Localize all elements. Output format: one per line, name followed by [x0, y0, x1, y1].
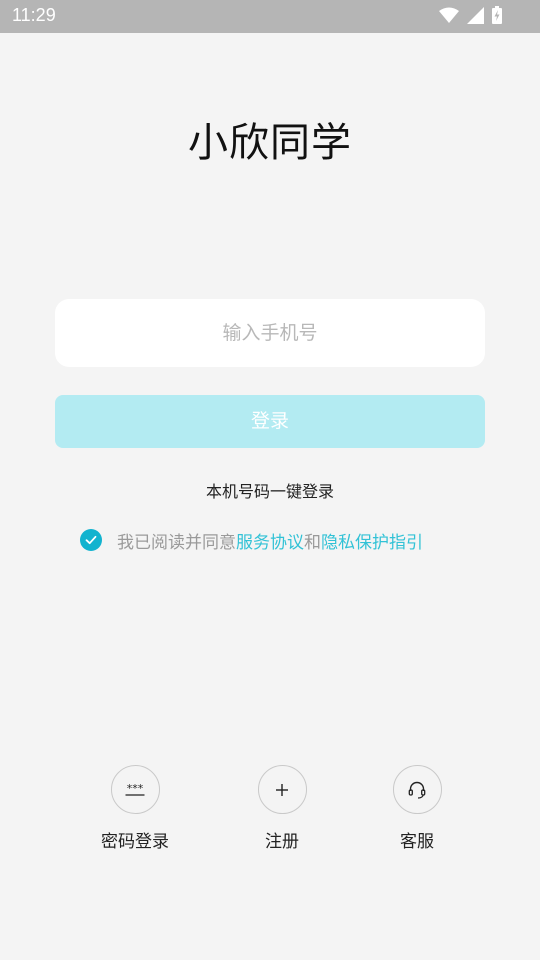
agreement-text: 我已阅读并同意服务协议和隐私保护指引	[117, 528, 423, 553]
password-login-button[interactable]: ***	[110, 765, 160, 814]
customer-service-label: 客服	[400, 832, 434, 852]
agreement-conjunction: 和	[304, 532, 321, 553]
register-action[interactable]: 注册	[222, 765, 342, 852]
wifi-icon	[439, 7, 459, 23]
customer-service-action[interactable]: 客服	[357, 765, 477, 852]
password-login-action[interactable]: *** 密码登录	[75, 765, 195, 852]
svg-text:***: ***	[127, 783, 144, 795]
check-icon	[85, 535, 97, 545]
onekey-login-link[interactable]: 本机号码一键登录	[0, 478, 540, 502]
headset-icon	[408, 781, 426, 799]
plus-icon	[276, 783, 288, 796]
agreement-checkbox[interactable]	[80, 529, 102, 551]
password-login-label: 密码登录	[101, 832, 169, 852]
password-icon: ***	[125, 783, 145, 796]
phone-input[interactable]	[55, 299, 485, 367]
privacy-guide-link[interactable]: 隐私保护指引	[321, 533, 423, 553]
customer-service-button[interactable]	[392, 765, 442, 814]
agreement-row: 我已阅读并同意服务协议和隐私保护指引	[80, 527, 423, 553]
status-icons	[439, 6, 502, 24]
login-button[interactable]: 登录	[55, 395, 485, 448]
status-bar: 11:29	[0, 0, 540, 33]
signal-icon	[467, 6, 484, 24]
battery-charging-icon	[492, 6, 502, 24]
status-time: 11:29	[12, 5, 56, 25]
register-button[interactable]	[257, 765, 307, 814]
register-label: 注册	[265, 832, 299, 852]
service-agreement-link[interactable]: 服务协议	[236, 533, 304, 553]
app-title: 小欣同学	[188, 120, 352, 166]
agreement-prefix: 我已阅读并同意	[117, 532, 236, 553]
